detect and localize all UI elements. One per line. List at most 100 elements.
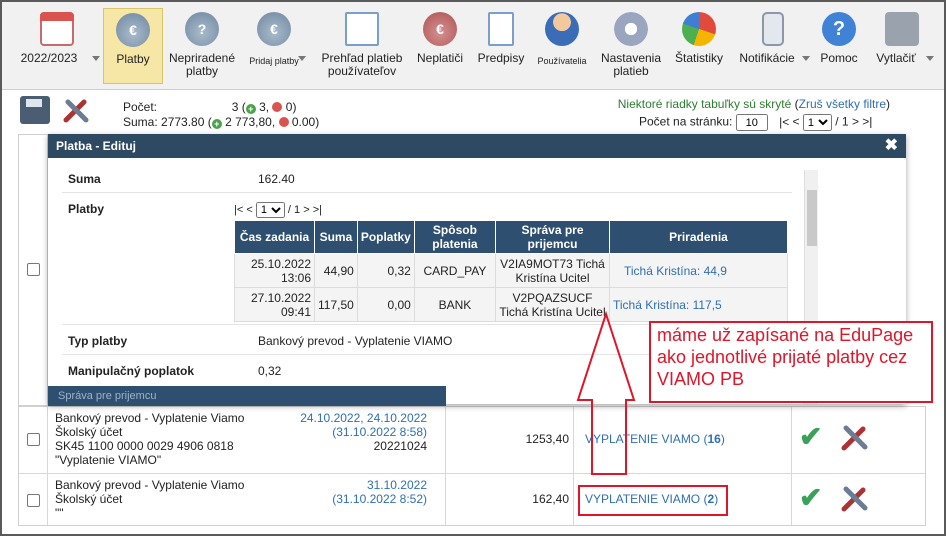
money-bag-icon: € <box>116 13 150 47</box>
dialog-pager-first-button[interactable]: |< <box>234 204 243 216</box>
cell-amount: 117,50 <box>314 287 358 322</box>
pager-page-select[interactable]: 1 <box>802 114 832 131</box>
toolbar-nepriradene-button[interactable]: ? Nepriradené platby <box>166 8 238 84</box>
toolbar-nastavenia-button[interactable]: Nastavenia platieb <box>596 8 666 84</box>
typ-platby-label: Typ platby <box>68 334 128 348</box>
sum-plus-value: 2 773,80, <box>225 115 276 129</box>
poplatok-label: Manipulačný poplatok <box>68 364 195 378</box>
dialog-pager-last-button[interactable]: >| <box>313 204 322 216</box>
cell-fees: 0,00 <box>356 287 415 322</box>
chevron-down-icon <box>298 56 306 61</box>
toolbar-notifikacie-button[interactable]: Notifikácie <box>734 8 812 84</box>
money-bag-question-icon: ? <box>185 12 219 46</box>
count-label: Počet: <box>123 100 158 114</box>
printer-icon <box>885 12 919 46</box>
toolbar-pouzivatelia-label: Používatelia <box>537 56 587 66</box>
toolbar-pridaj-label: Pridaj platby <box>249 56 299 66</box>
payments-table: Bankový prevod - Vyplatenie Viamo Školsk… <box>18 406 926 526</box>
toolbar-platby-label: Platby <box>116 52 150 66</box>
toolbar-pridaj-button[interactable]: € Pridaj platby <box>242 8 306 84</box>
document-icon <box>488 12 514 46</box>
column-header: Priradenia <box>609 220 788 254</box>
toolbar-statistiky-button[interactable]: Štatistiky <box>670 8 728 84</box>
toolbar-nepriradene-label: Nepriradené platby <box>168 51 236 78</box>
toolbar-pouzivatelia-button[interactable]: Používatelia <box>532 8 592 84</box>
poplatok-value: 0,32 <box>258 364 282 378</box>
toolbar-pomoc-button[interactable]: ? Pomoc <box>814 8 864 84</box>
column-header: Správa pre prijemcu <box>495 220 610 254</box>
dialog-pager-page-select[interactable]: 1 <box>255 202 285 218</box>
phone-icon <box>762 12 784 46</box>
pager-prev-button[interactable]: < <box>793 115 800 129</box>
column-header: Poplatky <box>356 220 415 254</box>
column-header: Čas zadania <box>234 220 315 254</box>
platby-label: Platby <box>68 202 105 216</box>
row-account: Školský účet <box>55 492 123 506</box>
row-description: Bankový prevod - Vyplatenie Viamo <box>55 411 245 425</box>
annotation-arrow <box>576 310 636 475</box>
payments-detail-table: Čas zadania Suma Poplatky Spôsob plateni… <box>234 220 788 322</box>
suma-value: 162.40 <box>258 172 295 186</box>
summary-count: Počet: 3 (+ 3, 0) <box>123 100 297 114</box>
row-tools-icon[interactable] <box>839 421 871 453</box>
row-tools-icon[interactable] <box>839 482 871 514</box>
chevron-down-icon <box>802 56 810 61</box>
row-checkbox[interactable] <box>27 433 40 446</box>
row-dates: 31.10.2022 <box>366 478 427 492</box>
toolbar-predpisy-button[interactable]: Predpisy <box>472 8 530 84</box>
row-amount: 1253,40 <box>525 432 569 446</box>
sum-label: Suma: <box>123 115 158 129</box>
toolbar-notifikacie-label: Notifikácie <box>739 51 795 65</box>
partial-column-header: Správa pre prijemcu <box>58 390 157 402</box>
table-row[interactable]: Bankový prevod - Vyplatenie Viamo Školsk… <box>19 407 925 473</box>
close-icon[interactable]: ✖ <box>885 134 898 158</box>
help-icon: ? <box>822 12 856 46</box>
row-recorded-date: (31.10.2022 8:58) <box>332 425 427 439</box>
dialog-pager: |< < 1 / 1 > >| <box>234 202 322 218</box>
row-iban: SK45 1100 0000 0029 4906 0818 <box>55 439 234 453</box>
summary-sum: Suma: 2773.80 (+ 2 773,80, 0.00) <box>123 115 320 129</box>
filter-notice-text: Niektoré riadky tabuľky sú skryté <box>617 97 792 111</box>
chevron-down-icon <box>92 56 100 61</box>
cell-method: CARD_PAY <box>413 253 497 288</box>
sum-value: 2773.80 <box>161 115 205 129</box>
toolbar-prehlad-label: Prehľad platieb používateľov <box>321 51 403 78</box>
cell-time: 27.10.2022 09:41 <box>234 287 315 322</box>
tools-icon[interactable] <box>62 96 92 124</box>
dialog-header: Platba - Edituj ✖ <box>48 134 906 158</box>
scrollbar-thumb[interactable] <box>807 190 817 246</box>
confirm-check-icon[interactable]: ✔ <box>799 484 827 512</box>
row-dates: 24.10.2022, 24.10.2022 <box>300 411 427 425</box>
pager-of-label: / 1 <box>835 114 849 129</box>
school-year-label: 2022/2023 <box>20 51 78 65</box>
row-account: Školský účet <box>55 425 123 439</box>
pager-first-button[interactable]: |< <box>779 115 789 129</box>
save-icon[interactable] <box>20 96 50 124</box>
school-year-selector[interactable]: 2022/2023 <box>12 8 102 84</box>
select-all-checkbox[interactable] <box>27 263 40 276</box>
dialog-pager-next-button[interactable]: > <box>303 204 309 216</box>
row-recorded-date: (31.10.2022 8:52) <box>332 492 427 506</box>
toolbar-vytlacit-button[interactable]: Vytlačiť <box>868 8 936 84</box>
pager-last-button[interactable]: >| <box>862 115 872 129</box>
count-plus-value: 3, <box>259 100 270 114</box>
cell-method: BANK <box>413 287 497 322</box>
toolbar-platby-button[interactable]: € Platby <box>103 8 163 84</box>
pie-chart-icon <box>682 12 716 46</box>
cell-assignment[interactable]: Tichá Kristína: 44,9 <box>609 253 788 288</box>
count-minus-value: 0) <box>285 100 297 114</box>
row-checkbox[interactable] <box>27 494 40 507</box>
table-header-column <box>18 134 48 406</box>
pager-next-button[interactable]: > <box>852 115 859 129</box>
toolbar-nastavenia-label: Nastavenia platieb <box>600 51 662 78</box>
table-row[interactable]: Bankový prevod - Vyplatenie Viamo Školsk… <box>19 473 925 527</box>
minus-icon <box>278 117 289 127</box>
toolbar-vytlacit-label: Vytlačiť <box>876 51 916 65</box>
confirm-check-icon[interactable]: ✔ <box>799 423 827 451</box>
dialog-pager-prev-button[interactable]: < <box>246 204 252 216</box>
toolbar-neplatici-button[interactable]: € Neplatiči <box>412 8 468 84</box>
per-page-input[interactable] <box>735 114 768 131</box>
toolbar-prehlad-button[interactable]: Prehľad platieb používateľov <box>314 8 410 84</box>
count-value: 3 <box>231 100 239 114</box>
clear-filters-link[interactable]: Zruš všetky filtre <box>799 97 886 111</box>
